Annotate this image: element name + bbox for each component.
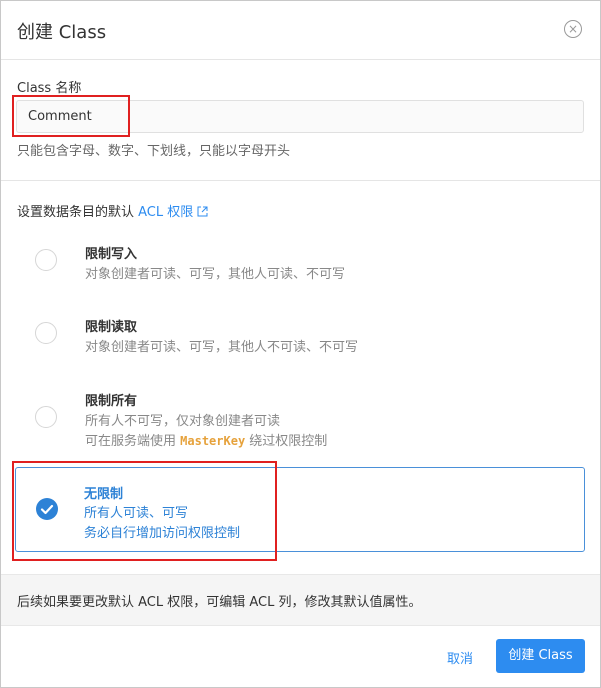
- option-desc2-prefix: 可在服务端使用: [85, 434, 181, 449]
- class-name-input[interactable]: [16, 100, 584, 133]
- cancel-button[interactable]: 取消: [447, 648, 473, 667]
- acl-doc-link[interactable]: ACL 权限: [138, 205, 193, 220]
- option-description: 对象创建者可读、可写，其他人可读、不可写: [85, 267, 346, 282]
- acl-option-restrict-write[interactable]: 限制写入 对象创建者可读、可写，其他人可读、不可写: [15, 239, 585, 299]
- option-description: 所有人可读、可写: [84, 506, 189, 521]
- checkmark-icon[interactable]: [36, 498, 58, 520]
- option-desc2-suffix: 绕过权限控制: [245, 434, 328, 449]
- acl-option-restrict-all[interactable]: 限制所有 所有人不可写，仅对象创建者可读 可在服务端使用 MasterKey 绕…: [15, 386, 585, 456]
- radio-button[interactable]: [35, 406, 57, 428]
- dialog-title: 创建 Class: [17, 22, 107, 43]
- acl-footer-note: 后续如果要更改默认 ACL 权限，可编辑 ACL 列，修改其默认值属性。: [1, 574, 600, 626]
- option-title: 限制读取: [85, 320, 138, 335]
- footer-note-text: 后续如果要更改默认 ACL 权限，可编辑 ACL 列，修改其默认值属性。: [17, 595, 422, 610]
- acl-section-title: 设置数据条目的默认 ACL 权限: [17, 201, 208, 221]
- option-title: 限制写入: [85, 247, 138, 262]
- create-class-button[interactable]: 创建 Class: [496, 639, 585, 673]
- option-description-secondary: 可在服务端使用 MasterKey 绕过权限控制: [85, 430, 327, 449]
- class-name-section: Class 名称 只能包含字母、数字、下划线，只能以字母开头: [1, 59, 600, 181]
- option-description: 所有人不可写，仅对象创建者可读: [85, 414, 281, 429]
- acl-option-unrestricted[interactable]: 无限制 所有人可读、可写 务必自行增加访问权限控制: [15, 467, 585, 552]
- option-description-secondary: 务必自行增加访问权限控制: [84, 526, 241, 541]
- close-icon[interactable]: ×: [564, 20, 582, 38]
- masterkey-code: MasterKey: [180, 434, 246, 448]
- class-name-hint: 只能包含字母、数字、下划线，只能以字母开头: [17, 144, 291, 159]
- external-link-icon[interactable]: [197, 206, 208, 221]
- acl-title-text: 设置数据条目的默认: [17, 205, 139, 220]
- create-class-dialog: 创建 Class × Class 名称 只能包含字母、数字、下划线，只能以字母开…: [0, 0, 601, 688]
- option-title: 限制所有: [85, 394, 138, 409]
- option-description: 对象创建者可读、可写，其他人不可读、不可写: [85, 340, 359, 355]
- radio-button[interactable]: [35, 322, 57, 344]
- option-title: 无限制: [84, 487, 124, 502]
- radio-button[interactable]: [35, 249, 57, 271]
- class-name-label: Class 名称: [17, 81, 82, 96]
- acl-option-restrict-read[interactable]: 限制读取 对象创建者可读、可写，其他人不可读、不可写: [15, 312, 585, 372]
- dialog-header: 创建 Class ×: [1, 1, 600, 59]
